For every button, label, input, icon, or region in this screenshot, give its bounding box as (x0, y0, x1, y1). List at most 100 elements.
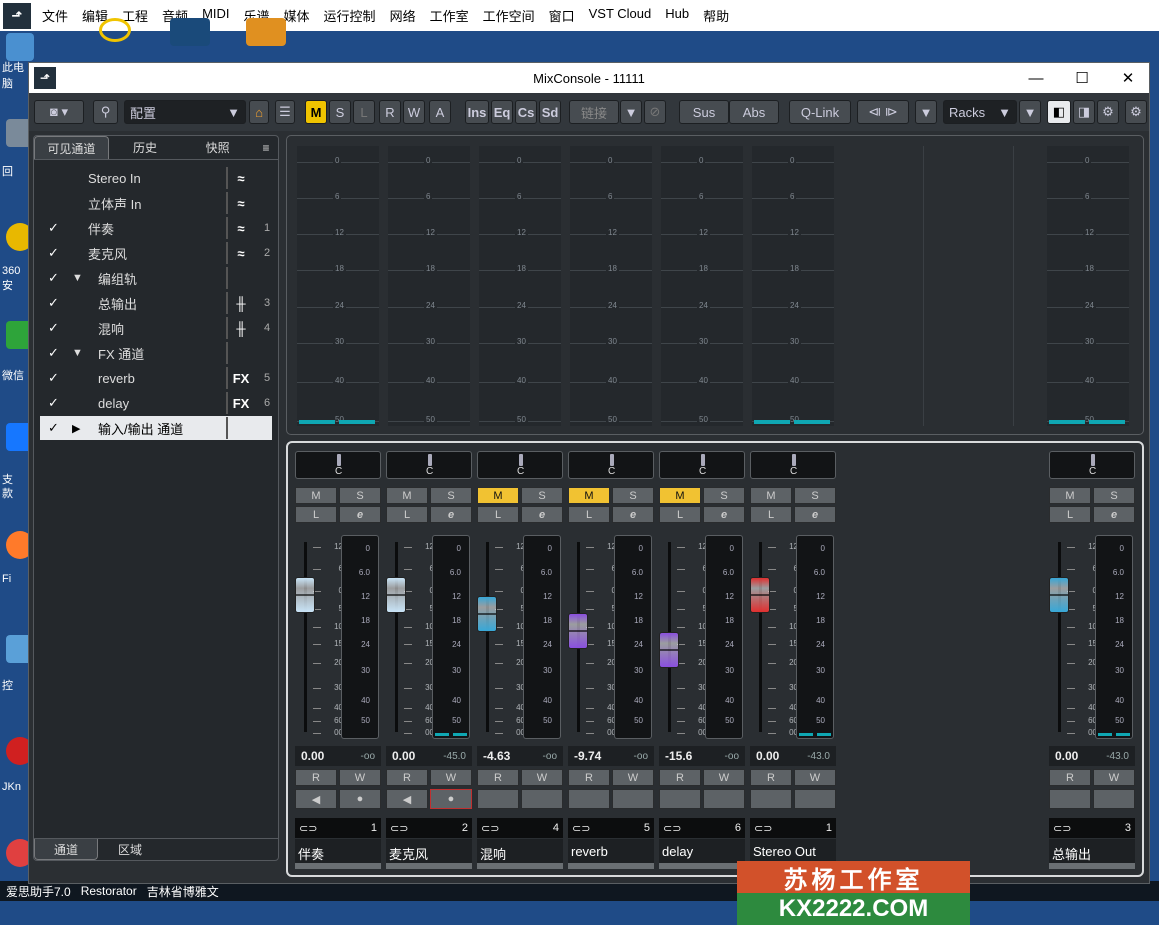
menu-item[interactable]: Hub (658, 6, 696, 25)
record-button[interactable] (521, 789, 563, 809)
pan-control[interactable]: C (750, 451, 836, 479)
volume-value[interactable]: 0.00 (756, 749, 779, 763)
mute-all-button[interactable]: M (305, 100, 327, 124)
menu-icon[interactable]: ≡ (254, 136, 278, 159)
edit-channel-button[interactable]: e (521, 506, 563, 523)
link-dropdown-button[interactable]: ▼ (620, 100, 642, 124)
mute-button[interactable]: M (1049, 487, 1091, 504)
mute-button[interactable]: M (477, 487, 519, 504)
read-button[interactable]: R (379, 100, 401, 124)
volume-value[interactable]: -9.74 (574, 749, 601, 763)
pan-control[interactable]: C (477, 451, 563, 479)
listen-button[interactable]: L (295, 506, 337, 523)
listen-button[interactable]: L (750, 506, 792, 523)
mute-button[interactable]: M (568, 487, 610, 504)
channel-list-item[interactable]: ✓ 麦克风 ≈2 (40, 241, 272, 265)
folder-toggle-icon[interactable]: ▼ (72, 272, 83, 284)
monitor-button[interactable] (750, 789, 792, 809)
gear-icon[interactable]: ⚙ (1125, 100, 1147, 124)
edit-channel-button[interactable]: e (794, 506, 836, 523)
channel-list-item[interactable]: Stereo In ≈ (40, 166, 272, 190)
record-button[interactable]: ● (430, 789, 472, 809)
listen-button[interactable]: L (659, 506, 701, 523)
visibility-check[interactable]: ✓ (48, 320, 59, 336)
cs-button[interactable]: Cs (515, 100, 537, 124)
volume-fader[interactable] (1049, 577, 1069, 614)
desktop-shortcut[interactable] (170, 18, 210, 48)
listen-button[interactable]: L (568, 506, 610, 523)
channel-list-item[interactable]: ✓ 伴奏 ≈1 (40, 216, 272, 240)
solo-button[interactable]: S (430, 487, 472, 504)
solo-button[interactable]: S (703, 487, 745, 504)
desktop-shortcut[interactable] (95, 18, 135, 48)
desktop-shortcut[interactable] (246, 18, 286, 48)
home-icon[interactable]: ⌂ (249, 100, 269, 124)
read-automation-button[interactable]: R (568, 769, 610, 786)
edit-channel-button[interactable]: e (1093, 506, 1135, 523)
visibility-check[interactable]: ✓ (48, 420, 59, 436)
volume-value[interactable]: 0.00 (301, 749, 324, 763)
tab-history[interactable]: 历史 (109, 136, 182, 159)
record-button[interactable] (794, 789, 836, 809)
minimize-button[interactable]: — (1013, 63, 1059, 93)
channel-list-item[interactable]: ✓ delay FX 6 (40, 391, 272, 415)
volume-readout[interactable]: -9.74 -oo (568, 746, 654, 766)
visibility-check[interactable]: ✓ (48, 245, 59, 261)
pan-control[interactable]: C (295, 451, 381, 479)
channel-list-item[interactable]: ✓ reverb FX 5 (40, 366, 272, 390)
volume-readout[interactable]: 0.00 -45.0 (386, 746, 472, 766)
menu-item[interactable]: 工作室 (423, 6, 476, 25)
volume-readout[interactable]: 0.00 -43.0 (750, 746, 836, 766)
tab-snapshots[interactable]: 快照 (181, 136, 254, 159)
write-button[interactable]: W (403, 100, 425, 124)
visibility-check[interactable]: ✓ (48, 295, 59, 311)
monitor-button[interactable] (568, 789, 610, 809)
visibility-check[interactable]: ✓ (48, 220, 59, 236)
camera-snapshot-button[interactable]: ◙ ▾ (34, 100, 84, 124)
folder-toggle-icon[interactable]: ▶ (72, 422, 80, 435)
menu-item[interactable]: 帮助 (696, 6, 736, 25)
volume-fader[interactable] (568, 613, 588, 650)
record-button[interactable] (703, 789, 745, 809)
channel-list-item[interactable]: ✓ ▼ 编组轨 (40, 266, 272, 290)
channel-list-item[interactable]: 立体声 In ≈ (40, 191, 272, 215)
write-automation-button[interactable]: W (430, 769, 472, 786)
volume-readout[interactable]: 0.00 -oo (295, 746, 381, 766)
volume-fader[interactable] (295, 577, 315, 614)
abs-button[interactable]: Abs (729, 100, 779, 124)
taskbar-item[interactable]: Restorator (81, 884, 137, 898)
left-zone-icon[interactable]: ◧ (1047, 100, 1071, 124)
menu-item[interactable]: 窗口 (542, 6, 582, 25)
monitor-button[interactable] (477, 789, 519, 809)
channel-list-item[interactable]: ✓ 总输出 ╫ 3 (40, 291, 272, 315)
listen-button[interactable]: L (386, 506, 428, 523)
read-automation-button[interactable]: R (659, 769, 701, 786)
automation-button[interactable]: A (429, 100, 451, 124)
menu-item[interactable]: 文件 (35, 6, 75, 25)
folder-toggle-icon[interactable]: ▼ (72, 347, 83, 359)
channel-name[interactable]: 总输出 (1049, 839, 1135, 863)
chevron-down-icon[interactable]: ▼ (1019, 100, 1041, 124)
listen-button[interactable]: L (1049, 506, 1091, 523)
channel-list-item[interactable]: ✓ ▶ 输入/输出 通道 (40, 416, 272, 440)
read-automation-button[interactable]: R (1049, 769, 1091, 786)
volume-fader[interactable] (386, 577, 406, 614)
volume-fader[interactable] (659, 632, 679, 669)
mute-button[interactable]: M (386, 487, 428, 504)
visibility-check[interactable]: ✓ (48, 345, 59, 361)
ins-button[interactable]: Ins (465, 100, 489, 124)
volume-value[interactable]: 0.00 (1055, 749, 1078, 763)
tab-channels[interactable]: 通道 (34, 839, 98, 860)
volume-fader[interactable] (477, 596, 497, 633)
read-automation-button[interactable]: R (750, 769, 792, 786)
write-automation-button[interactable]: W (339, 769, 381, 786)
read-automation-button[interactable]: R (477, 769, 519, 786)
solo-all-button[interactable]: S (329, 100, 351, 124)
pan-control[interactable]: C (568, 451, 654, 479)
record-button[interactable] (1093, 789, 1135, 809)
taskbar-item[interactable]: 吉林省博雅文 (147, 883, 219, 900)
menu-item[interactable]: 工作空间 (476, 6, 542, 25)
visibility-check[interactable]: ✓ (48, 395, 59, 411)
volume-readout[interactable]: -4.63 -oo (477, 746, 563, 766)
suspend-icon[interactable]: ⊘ (644, 100, 666, 124)
